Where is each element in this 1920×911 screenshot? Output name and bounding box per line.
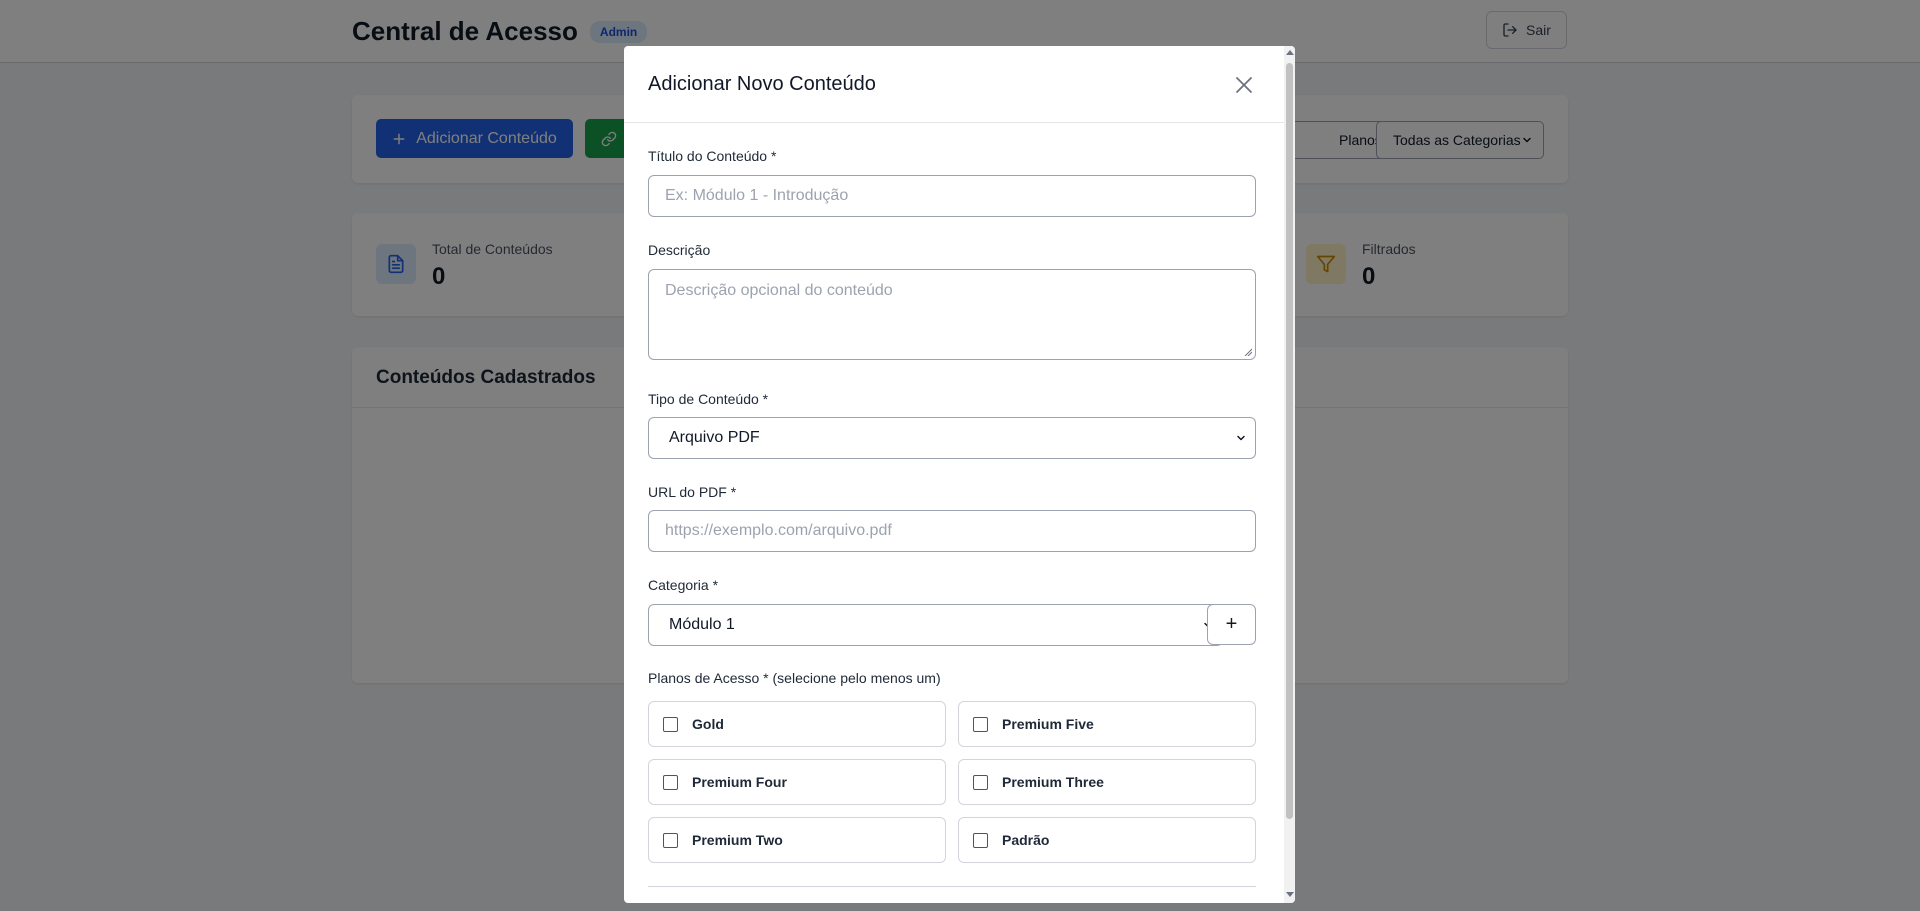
plan-option-premium-three[interactable]: Premium Three	[958, 759, 1256, 805]
category-select[interactable]: Módulo 1	[648, 604, 1223, 646]
content-type-select[interactable]: Arquivo PDF	[648, 417, 1256, 459]
description-textarea[interactable]: Descrição opcional do conteúdo	[648, 269, 1256, 360]
plan-label: Premium Five	[1002, 716, 1094, 732]
chevron-down-icon	[1237, 435, 1245, 441]
plan-label: Premium Two	[692, 832, 783, 848]
checkbox[interactable]	[663, 774, 678, 790]
modal-title: Adicionar Novo Conteúdo	[648, 73, 876, 95]
content-type-value: Arquivo PDF	[669, 429, 760, 446]
title-input[interactable]: Ex: Módulo 1 - Introdução	[648, 175, 1256, 217]
checkbox[interactable]	[973, 832, 988, 848]
checkbox[interactable]	[663, 716, 678, 732]
plan-option-premium-four[interactable]: Premium Four	[648, 759, 946, 805]
type-field-label: Tipo de Conteúdo *	[648, 391, 769, 407]
plans-field-label: Planos de Acesso * (selecione pelo menos…	[648, 670, 941, 686]
pdf-url-input[interactable]: https://exemplo.com/arquivo.pdf	[648, 510, 1256, 552]
checkbox[interactable]	[663, 832, 678, 848]
modal-header: Adicionar Novo Conteúdo	[624, 46, 1284, 123]
plan-label: Gold	[692, 716, 724, 732]
checkbox[interactable]	[973, 774, 988, 790]
category-value: Módulo 1	[669, 616, 735, 633]
resize-handle-icon[interactable]	[1244, 348, 1252, 356]
title-field-label: Título do Conteúdo *	[648, 148, 777, 164]
close-icon[interactable]	[1232, 73, 1256, 97]
add-content-modal: Adicionar Novo Conteúdo Título do Conteú…	[624, 46, 1295, 903]
url-field-label: URL do PDF *	[648, 484, 737, 500]
title-input-placeholder: Ex: Módulo 1 - Introdução	[665, 187, 849, 204]
pdf-url-placeholder: https://exemplo.com/arquivo.pdf	[665, 522, 892, 539]
scroll-up-icon[interactable]	[1286, 50, 1294, 55]
add-category-label: +	[1225, 613, 1238, 635]
description-placeholder: Descrição opcional do conteúdo	[665, 282, 893, 299]
modal-scrollbar[interactable]	[1284, 46, 1295, 903]
plan-option-premium-five[interactable]: Premium Five	[958, 701, 1256, 747]
scroll-down-icon[interactable]	[1286, 892, 1294, 897]
scroll-thumb[interactable]	[1286, 63, 1293, 819]
plan-option-premium-two[interactable]: Premium Two	[648, 817, 946, 863]
plan-option-padrao[interactable]: Padrão	[958, 817, 1256, 863]
plan-label: Padrão	[1002, 832, 1050, 848]
description-field-label: Descrição	[648, 242, 711, 258]
plan-option-gold[interactable]: Gold	[648, 701, 946, 747]
plan-label: Premium Three	[1002, 774, 1104, 790]
section-divider	[648, 886, 1256, 887]
checkbox[interactable]	[973, 716, 988, 732]
category-field-label: Categoria *	[648, 577, 719, 593]
plan-label: Premium Four	[692, 774, 787, 790]
add-category-button[interactable]: +	[1207, 604, 1256, 645]
